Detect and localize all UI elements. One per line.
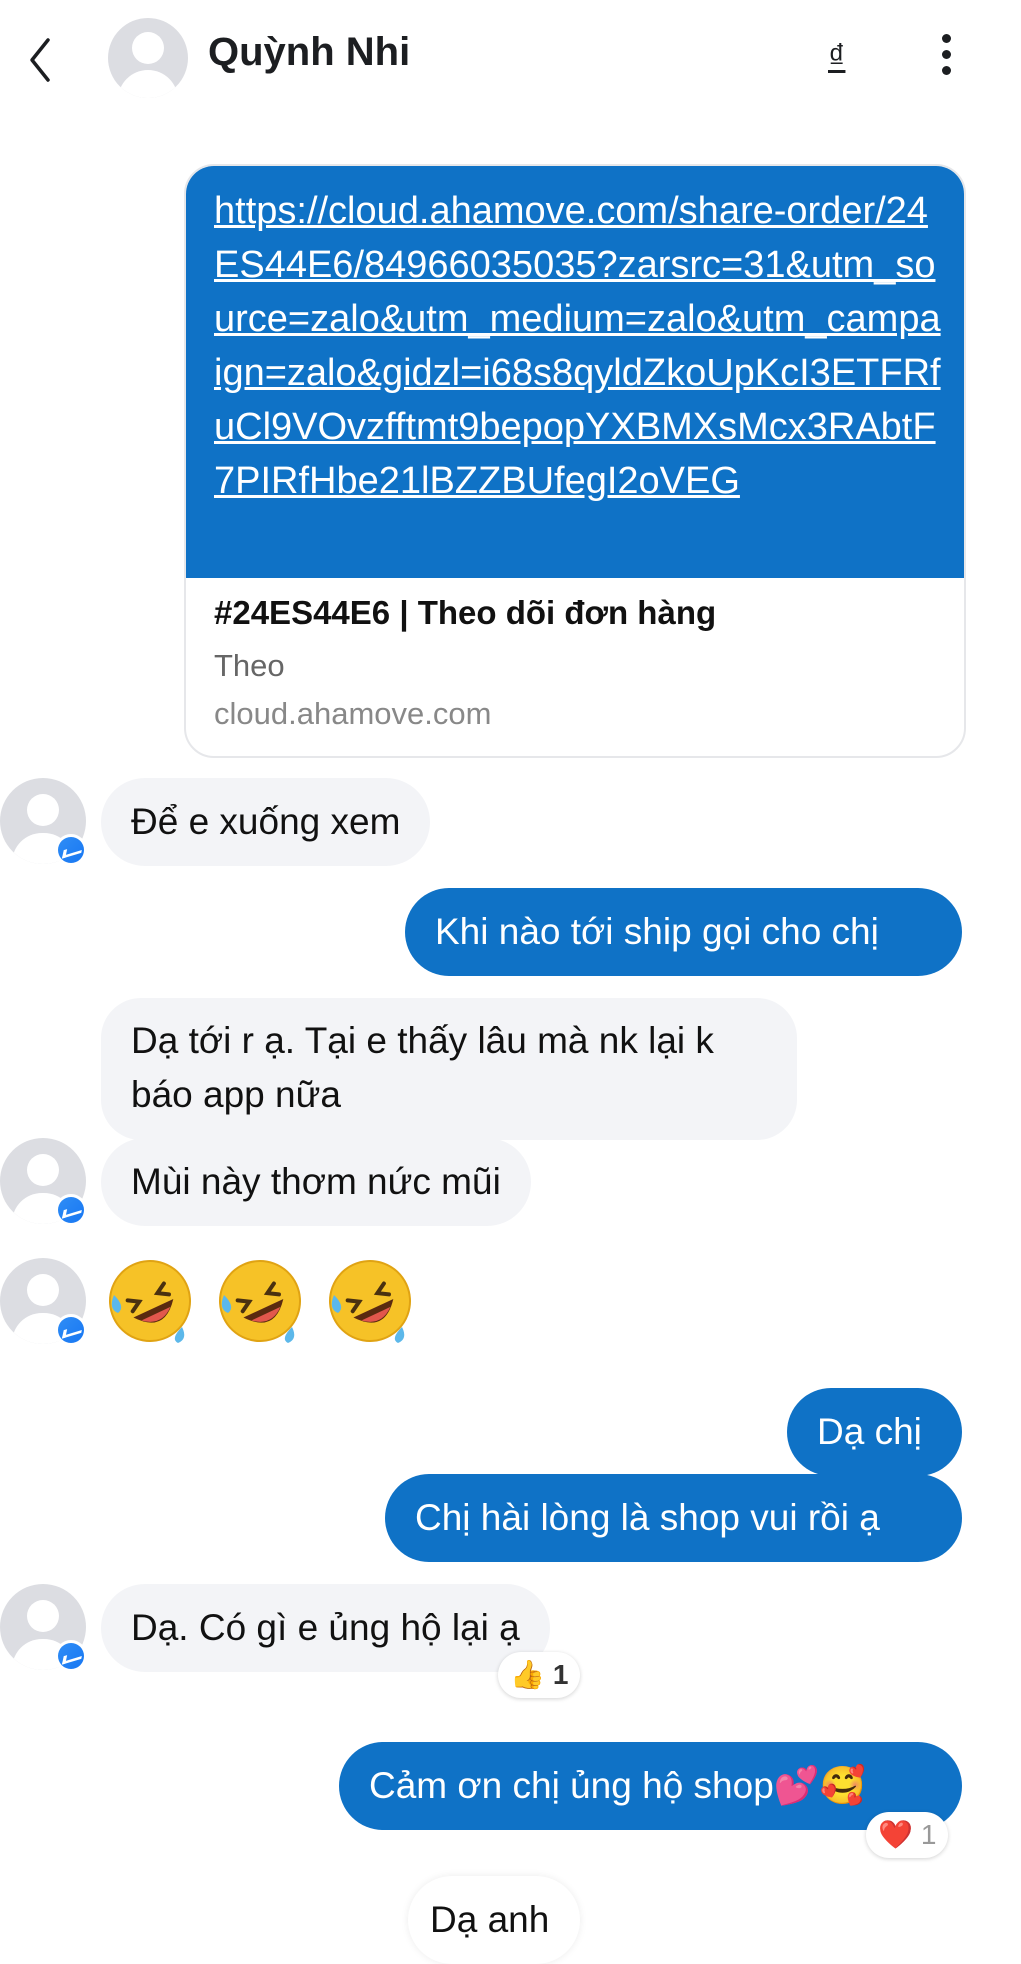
incoming-message[interactable]: Dạ. Có gì e ủng hộ lại ạ — [101, 1584, 550, 1672]
message-line: báo app nữa — [131, 1074, 341, 1115]
link-preview-title: #24ES44E6 | Theo dõi đơn hàng — [214, 594, 717, 631]
outgoing-message[interactable]: Dạ chị — [787, 1388, 962, 1476]
contact-avatar[interactable] — [108, 18, 188, 98]
more-options-icon[interactable] — [936, 34, 956, 80]
outgoing-message[interactable]: Cảm ơn chị ủng hộ shop💕🥰 — [339, 1742, 962, 1830]
contact-name[interactable]: Quỳnh Nhi — [208, 30, 410, 75]
message-reaction[interactable]: 👍 1 — [498, 1652, 581, 1698]
reaction-count: 1 — [552, 1659, 569, 1690]
thumbs-up-icon: 👍 — [510, 1659, 545, 1690]
messenger-badge-icon — [55, 834, 87, 866]
incoming-message[interactable]: Để e xuống xem — [101, 778, 431, 866]
incoming-message[interactable]: Dạ anh — [408, 1876, 580, 1964]
rolling-laughing-emoji-icon[interactable] — [214, 1255, 306, 1347]
link-preview-domain: cloud.ahamove.com — [214, 696, 492, 731]
back-chevron-icon[interactable] — [22, 30, 62, 90]
outgoing-message[interactable]: Khi nào tới ship gọi cho chị — [405, 888, 962, 976]
rolling-laughing-emoji-icon[interactable] — [104, 1255, 196, 1347]
link-preview-description: Theo — [214, 648, 285, 683]
outgoing-message[interactable]: Chị hài lòng là shop vui rồi ạ — [385, 1474, 962, 1562]
link-bubble[interactable]: https://cloud.ahamove.com/share-order/24… — [186, 166, 964, 578]
messenger-badge-icon — [55, 1640, 87, 1672]
reaction-count: 1 — [920, 1819, 937, 1850]
message-reaction[interactable]: ❤️ 1 — [866, 1812, 949, 1858]
messenger-badge-icon — [55, 1314, 87, 1346]
rolling-laughing-emoji-icon[interactable] — [324, 1255, 416, 1347]
message-line: Dạ tới r ạ. Tại e thấy lâu mà nk lại k — [131, 1020, 714, 1061]
message-link[interactable]: https://cloud.ahamove.com/share-order/24… — [214, 184, 949, 508]
link-message-card[interactable]: https://cloud.ahamove.com/share-order/24… — [184, 164, 966, 758]
incoming-message[interactable]: Mùi này thơm nức mũi — [101, 1138, 531, 1226]
heart-icon: ❤️ — [878, 1819, 913, 1850]
incoming-message[interactable]: Dạ tới r ạ. Tại e thấy lâu mà nk lại k b… — [101, 998, 797, 1140]
messenger-badge-icon — [55, 1194, 87, 1226]
payment-icon[interactable]: ₫ — [828, 38, 845, 77]
